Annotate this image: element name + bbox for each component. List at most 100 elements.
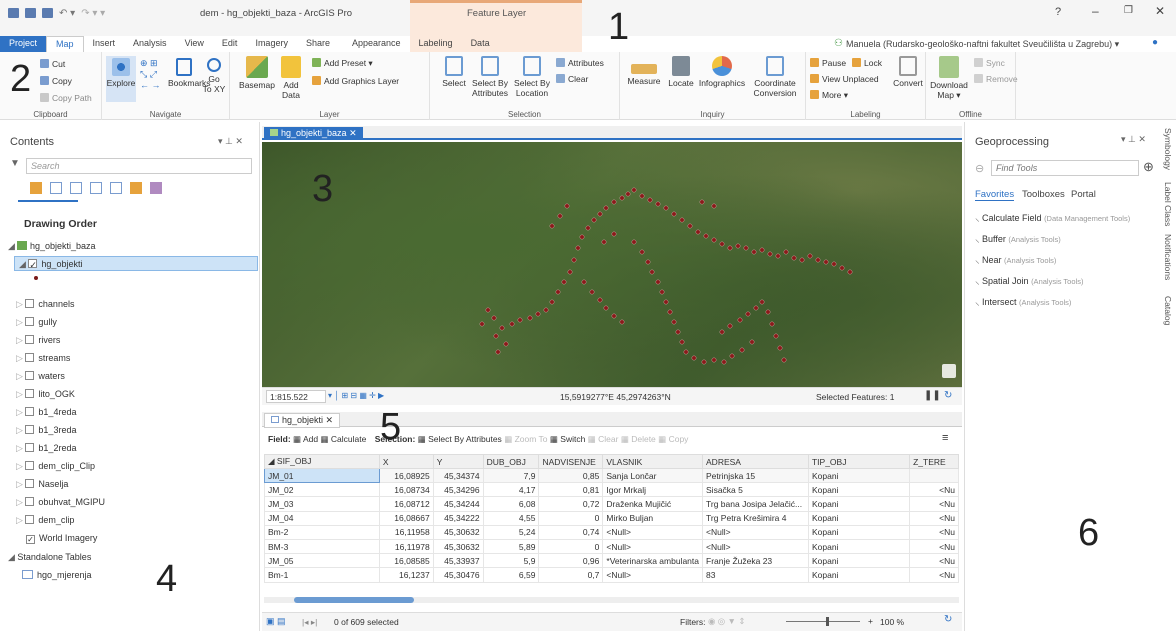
column-header[interactable]: Z_TERE <box>909 454 959 469</box>
new-project-icon[interactable] <box>8 8 19 18</box>
table-cell[interactable]: 45,30476 <box>432 567 484 583</box>
layer-row[interactable]: ▷ waters <box>16 371 65 382</box>
table-cell[interactable]: <Null> <box>702 524 809 540</box>
table-cell[interactable]: <Nu <box>909 510 959 526</box>
table-hgo-mjerenja[interactable]: hgo_mjerenja <box>22 570 92 580</box>
table-cell[interactable]: 6,08 <box>482 496 540 512</box>
close-icon[interactable]: ✕ <box>1155 4 1165 18</box>
table-cell[interactable]: Kopani <box>807 496 911 512</box>
drawing-order-icon[interactable] <box>30 182 42 194</box>
table-row[interactable]: JM_02 16,08734 45,34296 4,17 0,81 Igor Mrkalj… <box>264 482 959 498</box>
layer-row[interactable]: ✓ World Imagery <box>26 533 97 544</box>
table-cell[interactable]: 16,08712 <box>378 496 434 512</box>
map-canvas[interactable] <box>262 142 962 387</box>
table-cell[interactable]: 45,30632 <box>432 524 484 540</box>
table-cell[interactable]: Draženka Mujičić <box>602 496 704 512</box>
table-cell[interactable]: Franje Žužeka 23 <box>702 553 809 569</box>
tab-labeling[interactable]: Labeling <box>410 36 462 52</box>
table-cell[interactable]: Kopani <box>807 567 911 583</box>
gp-tool-item[interactable]: ⸜ Intersect (Analysis Tools) <box>975 295 1071 308</box>
layer-row[interactable]: ▷ channels <box>16 299 74 310</box>
gp-tab-toolboxes[interactable]: Toolboxes <box>1022 189 1065 200</box>
tab-analysis[interactable]: Analysis <box>124 36 176 52</box>
save-icon[interactable] <box>42 8 53 18</box>
pause-drawing-icon[interactable]: ❚❚ <box>924 390 941 401</box>
select-by-location-button[interactable]: Select By Location <box>512 56 552 98</box>
table-menu-icon[interactable]: ≡ <box>942 432 948 444</box>
table-cell[interactable]: Bm-2 <box>264 524 380 540</box>
table-cell[interactable]: 16,08667 <box>378 510 434 526</box>
table-cell[interactable]: JM_02 <box>264 482 380 498</box>
table-row[interactable]: JM_01 16,08925 45,34374 7,9 0,85 Sanja Lončar… <box>264 467 959 484</box>
add-graphics-layer-button[interactable]: Add Graphics Layer <box>312 76 399 86</box>
gp-tab-portal[interactable]: Portal <box>1071 189 1096 200</box>
table-cell[interactable]: Sanja Lončar <box>602 467 704 484</box>
explore-button[interactable]: Explore <box>106 56 136 102</box>
table-cell[interactable]: 5,9 <box>482 553 540 569</box>
table-cell[interactable]: <Nu <box>909 553 959 569</box>
table-cell[interactable]: <Null> <box>602 524 704 540</box>
table-refresh-icon[interactable]: ↻ <box>944 614 952 625</box>
layer-row[interactable]: ▷ dem_clip <box>16 515 74 526</box>
table-cell[interactable]: Bm-1 <box>264 567 380 583</box>
find-tools-input[interactable]: Find Tools <box>991 160 1139 176</box>
add-preset-button[interactable]: Add Preset ▾ <box>312 58 373 69</box>
layer-row[interactable]: ▷ gully <box>16 317 57 328</box>
copy-rows-button[interactable]: ▦ Copy <box>658 434 688 444</box>
table-cell[interactable]: Trg bana Josipa Jelačić... <box>702 496 809 512</box>
gp-tool-item[interactable]: ⸜ Calculate Field (Data Management Tools… <box>975 211 1130 224</box>
table-row[interactable]: BM-3 16,11978 45,30632 5,89 0 <Null> <Null> Kop… <box>264 538 959 555</box>
filter-icons[interactable]: ◉ ◎ ▼ ⇕ <box>708 616 745 627</box>
column-header[interactable]: X <box>378 454 434 469</box>
table-cell[interactable]: Trg Petra Krešimira 4 <box>702 510 809 526</box>
attributes-button[interactable]: Attributes <box>556 58 604 68</box>
user-account[interactable]: Manuela (Rudarsko-geološko-naftni fakult… <box>846 39 1119 50</box>
layer-row[interactable]: ▷ b1_2reda <box>16 443 76 454</box>
contents-search-input[interactable]: Search <box>26 158 252 174</box>
table-cell[interactable]: 0 <box>538 510 604 526</box>
table-cell[interactable]: 16,08734 <box>378 482 434 498</box>
map-node[interactable]: ◢ hg_objekti_baza <box>8 241 96 252</box>
coordinates-readout[interactable]: 15,5919277°E 45,2974263°N <box>560 392 671 402</box>
minimize-icon[interactable]: – <box>1092 4 1099 18</box>
table-row[interactable]: JM_04 16,08667 45,34222 4,55 0 Mirko Buljan Tr… <box>264 510 959 526</box>
undo-icon[interactable]: ↶ ▾ <box>59 8 75 19</box>
layer-visibility-checkbox[interactable]: ✓ <box>28 259 38 270</box>
table-cell[interactable]: 0,81 <box>538 482 604 498</box>
zoom-in-icon[interactable]: + <box>868 616 873 626</box>
table-row[interactable]: Bm-1 16,1237 45,30476 6,59 0,7 <Null> 83 Kopani… <box>264 567 959 583</box>
zoom-tools[interactable]: ⊕ ⊞ ⤡ ⤢ ← → <box>140 58 161 91</box>
table-cell[interactable]: 0,7 <box>538 567 604 583</box>
scale-input[interactable]: 1:815.522 <box>266 390 326 403</box>
table-cell[interactable]: 0,74 <box>538 524 604 540</box>
view-unplaced-button[interactable]: View Unplaced <box>810 74 879 84</box>
table-cell[interactable]: Sisačka 5 <box>702 482 809 498</box>
pane-options-icon[interactable]: ▾ ⊥ ✕ <box>218 136 243 147</box>
table-cell[interactable]: JM_01 <box>264 467 380 484</box>
table-cell[interactable]: <Nu <box>909 482 959 498</box>
remove-button[interactable]: Remove <box>974 74 1018 84</box>
zoom-slider[interactable] <box>786 617 860 626</box>
column-header[interactable]: ADRESA <box>702 454 809 469</box>
table-view-toggle-icon[interactable]: ▣ ▤ <box>266 616 286 627</box>
table-cell[interactable]: 0 <box>538 538 604 555</box>
layer-row[interactable]: ▷ lito_OGK <box>16 389 75 400</box>
table-cell[interactable]: 7,9 <box>482 467 540 484</box>
table-cell[interactable]: JM_05 <box>264 553 380 569</box>
table-cell[interactable]: JM_03 <box>264 496 380 512</box>
table-zoom-level[interactable]: 100 % <box>880 617 904 627</box>
side-tab-label-class[interactable]: Label Class <box>1163 182 1173 226</box>
coordinate-conversion-button[interactable]: Coordinate Conversion <box>748 56 802 98</box>
table-cell[interactable]: Kopani <box>807 553 911 569</box>
snapping-icon[interactable] <box>110 182 122 194</box>
tab-data[interactable]: Data <box>462 36 499 52</box>
table-cell[interactable]: <Nu <box>909 524 959 540</box>
editing-icon[interactable] <box>90 182 102 194</box>
map-overview-icon[interactable] <box>942 364 956 378</box>
redo-icon[interactable]: ↷ ▾ ▾ <box>81 8 105 19</box>
calculate-field-button[interactable]: ▦ Calculate <box>320 434 366 444</box>
table-cell[interactable]: Igor Mrkalj <box>602 482 704 498</box>
go-to-xy-button[interactable]: Go To XY <box>202 58 226 94</box>
table-cell[interactable]: 0,85 <box>538 467 604 484</box>
selection-icon[interactable] <box>70 182 82 194</box>
